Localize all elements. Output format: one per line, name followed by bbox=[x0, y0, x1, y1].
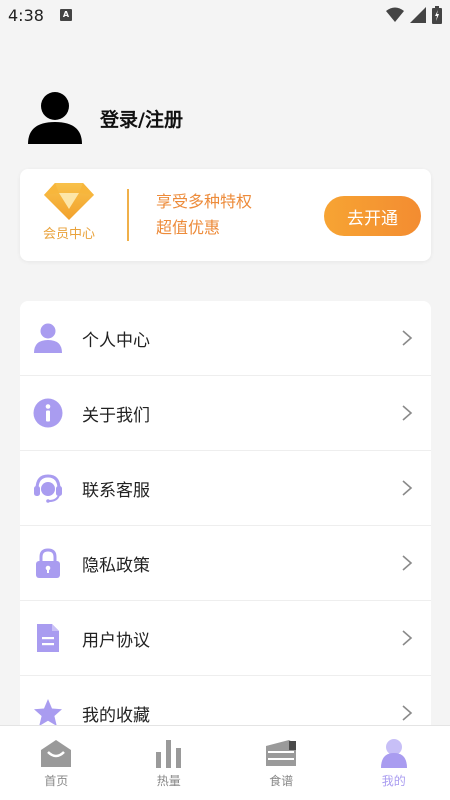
menu-label: 我的收藏 bbox=[82, 705, 150, 726]
vip-divider bbox=[127, 189, 129, 241]
menu-item-customer-service[interactable]: 联系客服 bbox=[20, 451, 431, 526]
login-register-link[interactable]: 登录/注册 bbox=[100, 105, 183, 132]
info-icon bbox=[33, 398, 63, 428]
person-icon bbox=[33, 323, 63, 353]
diamond-icon bbox=[44, 183, 94, 220]
profile-icon bbox=[380, 739, 407, 768]
nav-tab-recipes[interactable]: 食谱 bbox=[225, 726, 338, 800]
chevron-right-icon bbox=[402, 630, 413, 646]
login-entry[interactable]: 登录/注册 bbox=[28, 92, 183, 144]
menu-label: 联系客服 bbox=[82, 480, 150, 501]
menu-item-personal-center[interactable]: 个人中心 bbox=[20, 301, 431, 376]
profile-screen: 4:38 A 登录/注册 会员中心 享受多种特权 超值优惠 去开通 个人中心 关… bbox=[0, 0, 450, 800]
vip-center-label: 会员中心 bbox=[42, 227, 95, 242]
bottom-navigation: 首页 热量 食谱 我的 bbox=[0, 725, 450, 800]
star-icon bbox=[33, 698, 63, 728]
recipe-icon bbox=[266, 740, 297, 766]
lock-icon bbox=[33, 548, 63, 578]
nav-tab-mine[interactable]: 我的 bbox=[338, 726, 450, 800]
vip-perk-1: 享受多种特权 bbox=[156, 192, 253, 211]
status-icons bbox=[386, 6, 442, 24]
wifi-icon bbox=[386, 7, 404, 22]
menu-item-privacy-policy[interactable]: 隐私政策 bbox=[20, 526, 431, 601]
menu-label: 关于我们 bbox=[82, 405, 150, 426]
chevron-right-icon bbox=[402, 405, 413, 421]
menu-label: 用户协议 bbox=[82, 630, 150, 651]
menu-list: 个人中心 关于我们 联系客服 隐私政策 用户协议 我的收藏 bbox=[20, 301, 431, 741]
menu-item-user-agreement[interactable]: 用户协议 bbox=[20, 601, 431, 676]
nav-label: 食谱 bbox=[269, 774, 294, 788]
nav-label: 首页 bbox=[44, 774, 69, 788]
home-icon bbox=[41, 740, 72, 767]
vip-perk-2: 超值优惠 bbox=[156, 218, 221, 237]
nav-label: 热量 bbox=[156, 774, 181, 788]
status-bar: 4:38 A bbox=[0, 0, 450, 32]
vip-center[interactable]: 会员中心 bbox=[40, 181, 98, 242]
vip-perks: 享受多种特权 超值优惠 bbox=[156, 189, 252, 241]
nav-tab-calories[interactable]: 热量 bbox=[113, 726, 226, 800]
status-badge: A bbox=[60, 9, 72, 21]
chevron-right-icon bbox=[402, 330, 413, 346]
menu-item-about-us[interactable]: 关于我们 bbox=[20, 376, 431, 451]
nav-tab-home[interactable]: 首页 bbox=[0, 726, 113, 800]
chevron-right-icon bbox=[402, 705, 413, 721]
nav-label: 我的 bbox=[381, 774, 406, 788]
chevron-right-icon bbox=[402, 555, 413, 571]
battery-icon bbox=[432, 6, 442, 24]
activate-vip-button[interactable]: 去开通 bbox=[324, 196, 421, 236]
avatar-icon bbox=[28, 92, 82, 144]
document-icon bbox=[33, 623, 63, 653]
chevron-right-icon bbox=[402, 480, 413, 496]
signal-icon bbox=[410, 7, 426, 23]
menu-label: 隐私政策 bbox=[82, 555, 150, 576]
headset-icon bbox=[33, 473, 63, 503]
menu-label: 个人中心 bbox=[82, 330, 150, 351]
bar-chart-icon bbox=[155, 740, 181, 768]
status-time: 4:38 bbox=[8, 6, 44, 25]
vip-card: 会员中心 享受多种特权 超值优惠 去开通 bbox=[20, 169, 431, 261]
